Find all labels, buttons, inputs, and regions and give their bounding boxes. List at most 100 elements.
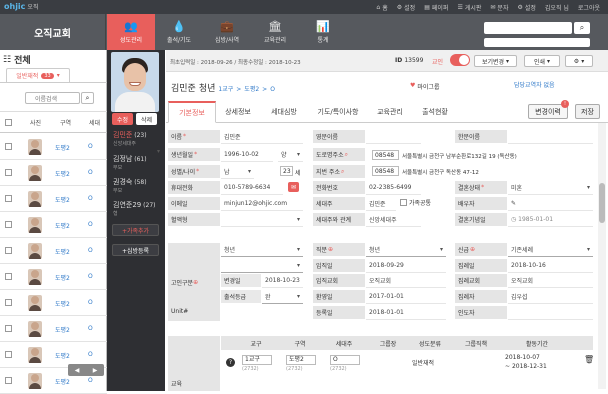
group-row-head[interactable]: O (2732) [330,355,360,373]
add-family-button[interactable]: +가족추가 [112,224,159,236]
zip-field[interactable]: 08548 [372,150,399,160]
table-row[interactable]: 도평2 O [0,290,107,316]
settings-button[interactable]: ⚙ ▾ [565,55,593,67]
add-visit-button[interactable]: +심방등록 [112,244,159,256]
row-district[interactable]: 도평2 [55,377,70,386]
row-district[interactable]: 도평2 [55,325,70,334]
delete-photo-button[interactable]: 삭제 [136,113,157,125]
welcome-date-field[interactable]: 2017-01-01 [366,290,446,304]
row-checkbox[interactable] [5,143,12,150]
row-checkbox[interactable] [5,273,12,280]
group-row-parish[interactable]: 1교구 (2732) [242,355,272,373]
appoint-date-field[interactable]: 2018-09-29 [366,259,446,273]
row-checkbox[interactable] [5,351,12,358]
blood-select[interactable] [221,213,303,227]
top-link-sms[interactable]: ✉ 문자 [490,3,508,12]
top-link-settings[interactable]: ⚙ 설정 [397,3,415,12]
row-checkbox[interactable] [5,221,12,228]
officiant-field[interactable]: 김우섭 [508,290,593,304]
hanja-field[interactable] [508,130,593,144]
table-row[interactable]: 도평2 O [0,316,107,342]
row-checkbox[interactable] [5,299,12,306]
nav-attendance[interactable]: 💧 출석/기도 [155,14,203,50]
search-icon[interactable]: ⌕ [81,92,94,104]
select-all-checkbox[interactable] [5,119,12,126]
header-search-input[interactable] [484,22,572,34]
top-logout[interactable]: 로그아웃 [578,3,600,12]
member-photo[interactable] [111,52,159,112]
row-checkbox[interactable] [5,169,12,176]
row-checkbox[interactable] [5,247,12,254]
birth-field[interactable]: 1996-10-02 [221,148,273,162]
row-district[interactable]: 도평2 [55,351,70,360]
relation-field[interactable]: 신앙세대주 [366,213,421,227]
header-dropdown[interactable] [484,38,590,47]
help-icon[interactable]: ? [226,358,235,367]
table-row[interactable]: 도평2 O [0,134,107,160]
marital-select[interactable]: 미혼 [508,181,593,195]
family-member[interactable]: 권경숙 (58) 부모 [113,178,163,195]
name-search-input[interactable]: 이름검색 [25,92,80,104]
horizontal-scrollbar[interactable]: ◀ ▶ [68,364,104,376]
table-row[interactable]: 도평2 O [0,238,107,264]
table-row[interactable]: 도평2 O [0,264,107,290]
row-district[interactable]: 도평2 [55,195,70,204]
edit-photo-button[interactable]: 수정 [112,113,133,125]
appoint-church-field[interactable]: 오직교회 [366,274,446,288]
age-field[interactable]: 23 [280,166,293,176]
my-group-button[interactable]: ♥ 마이그룹 [410,82,439,91]
family-member[interactable]: 김연준29 (27) 형 [113,201,163,218]
baptize-date-field[interactable]: 2018-10-16 [508,259,593,273]
district-link[interactable]: 도평2 [244,84,259,93]
tab-attendance[interactable]: 출석현황 [412,101,458,123]
newcomer-select[interactable]: 기존세례 [508,243,593,257]
table-row[interactable]: 도평2 O [0,160,107,186]
anniversary-field[interactable]: ◷ 1985-01-01 [508,213,593,227]
nav-member[interactable]: 👥 성도관리 [107,14,155,50]
name-field[interactable]: 김민준 [221,130,303,144]
mobile-field[interactable]: 010-5789-6634 [221,181,283,195]
view-change-button[interactable]: 보기변경 ▾ [474,55,517,67]
calendar-select[interactable]: 양 [278,148,303,162]
nav-education[interactable]: 🏛 교육관리 [251,14,299,50]
row-district[interactable]: 도평2 [55,273,70,282]
spouse-field[interactable]: ✎ [508,197,593,211]
app-logo[interactable]: ohjic 오직 [4,2,38,11]
family-share-checkbox[interactable]: 가족공통 [400,198,431,207]
row-checkbox[interactable] [5,325,12,332]
road-address-value[interactable]: 서울특별시 금천구 남부순환로132길 19 (독산동) [402,152,517,160]
family-member[interactable]: 김정남 (61) 부모 [113,155,163,172]
row-checkbox[interactable] [5,377,12,384]
position-select[interactable]: 청년 [366,243,446,257]
row-district[interactable]: 도평2 [55,299,70,308]
gender-select[interactable]: 남 [221,165,254,179]
row-district[interactable]: 도평2 [55,247,70,256]
search-icon[interactable]: ⌕ [574,22,590,34]
save-button[interactable]: 저장 [575,104,600,119]
top-link-board[interactable]: ☰ 게시판 [457,3,481,12]
manager-link[interactable]: 담당교역자 없음 [514,80,555,89]
guide-field[interactable] [508,306,593,320]
email-field[interactable]: minjun12@ohjic.com [221,197,303,211]
row-district[interactable]: 도평2 [55,221,70,230]
row-checkbox[interactable] [5,195,12,202]
eng-name-field[interactable] [366,130,421,144]
jibun-address-value[interactable]: 서울특별시 금천구 독산동 47-12 [402,168,479,176]
change-date-field[interactable]: 2018-10-23 [262,274,303,288]
nav-visit[interactable]: 💼 심방/사역 [203,14,251,50]
category-sub-select[interactable] [221,259,303,273]
top-link-home[interactable]: ⌂ 홈 [376,3,387,12]
top-link-paper[interactable]: ▤ 페이퍼 [424,3,448,12]
register-date-field[interactable]: 2018-01-01 [366,306,446,320]
church-name[interactable]: 오직교회 [0,14,106,50]
member-type-toggle[interactable] [450,54,470,66]
attend-grade-select[interactable]: 완 [262,290,303,304]
parish-link[interactable]: 1교구 [218,84,233,93]
table-row[interactable]: 도평2 O [0,212,107,238]
sms-icon[interactable]: ✉ [288,182,299,192]
vertical-scrollbar[interactable] [598,123,606,389]
top-user[interactable]: 김오직 님 [545,3,569,12]
nav-stats[interactable]: 📊 통계 [299,14,347,50]
baptize-church-field[interactable]: 오직교회 [508,274,593,288]
jibun-zip-field[interactable]: 08548 [372,166,399,176]
